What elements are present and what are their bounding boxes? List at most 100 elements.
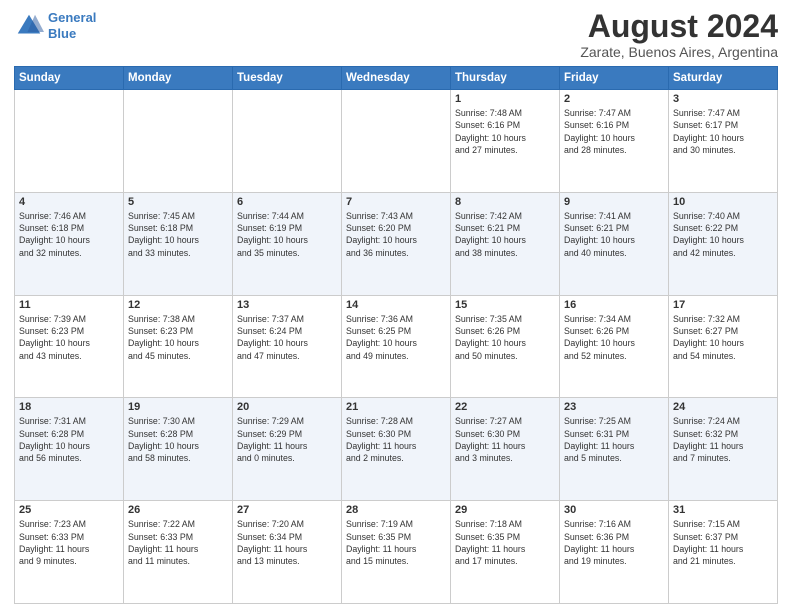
day-number: 9 [564, 196, 664, 208]
day-cell: 28Sunrise: 7:19 AM Sunset: 6:35 PM Dayli… [342, 501, 451, 604]
day-cell: 24Sunrise: 7:24 AM Sunset: 6:32 PM Dayli… [669, 398, 778, 501]
day-info: Sunrise: 7:32 AM Sunset: 6:27 PM Dayligh… [673, 313, 773, 362]
day-info: Sunrise: 7:43 AM Sunset: 6:20 PM Dayligh… [346, 210, 446, 259]
day-number: 4 [19, 196, 119, 208]
page: General Blue August 2024 Zarate, Buenos … [0, 0, 792, 612]
day-info: Sunrise: 7:28 AM Sunset: 6:30 PM Dayligh… [346, 415, 446, 464]
day-info: Sunrise: 7:23 AM Sunset: 6:33 PM Dayligh… [19, 518, 119, 567]
day-number: 21 [346, 401, 446, 413]
day-cell: 14Sunrise: 7:36 AM Sunset: 6:25 PM Dayli… [342, 295, 451, 398]
day-number: 12 [128, 299, 228, 311]
day-info: Sunrise: 7:25 AM Sunset: 6:31 PM Dayligh… [564, 415, 664, 464]
month-title: August 2024 [580, 10, 778, 42]
day-cell: 18 Sunrise: 7:31 AM Sunset: 6:28 PM Dayli… [15, 398, 124, 501]
day-cell: 1 Sunrise: 7:48 AM Sunset: 6:16 PM Daylig… [451, 90, 560, 193]
day-number: 2 [564, 93, 664, 105]
day-number: 19 [128, 401, 228, 413]
day-info: Sunrise: 7:42 AM Sunset: 6:21 PM Dayligh… [455, 210, 555, 259]
day-cell: 22 Sunrise: 7:27 AM Sunset: 6:30 PM Dayli… [451, 398, 560, 501]
calendar-body: 1 Sunrise: 7:48 AM Sunset: 6:16 PM Daylig… [15, 90, 778, 604]
title-block: August 2024 Zarate, Buenos Aires, Argent… [580, 10, 778, 60]
logo: General Blue [14, 10, 96, 41]
day-cell: 9 Sunrise: 7:41 AM Sunset: 6:21 PM Daylig… [560, 192, 669, 295]
day-info: Sunrise: 7:16 AM Sunset: 6:36 PM Dayligh… [564, 518, 664, 567]
day-cell: 8 Sunrise: 7:42 AM Sunset: 6:21 PM Daylig… [451, 192, 560, 295]
day-info: Sunrise: 7:27 AM Sunset: 6:30 PM Dayligh… [455, 415, 555, 464]
day-number: 17 [673, 299, 773, 311]
day-number: 24 [673, 401, 773, 413]
logo-text: General Blue [48, 10, 96, 41]
day-info: Sunrise: 7:40 AM Sunset: 6:22 PM Dayligh… [673, 210, 773, 259]
day-cell: 21 Sunrise: 7:28 AM Sunset: 6:30 PM Dayli… [342, 398, 451, 501]
day-info: Sunrise: 7:35 AM Sunset: 6:26 PM Dayligh… [455, 313, 555, 362]
day-cell [342, 90, 451, 193]
day-info: Sunrise: 7:30 AM Sunset: 6:28 PM Dayligh… [128, 415, 228, 464]
logo-line1: General [48, 10, 96, 25]
day-info: Sunrise: 7:39 AM Sunset: 6:23 PM Dayligh… [19, 313, 119, 362]
day-number: 22 [455, 401, 555, 413]
day-number: 27 [237, 504, 337, 516]
day-number: 29 [455, 504, 555, 516]
day-cell: 7 Sunrise: 7:43 AM Sunset: 6:20 PM Daylig… [342, 192, 451, 295]
day-info: Sunrise: 7:41 AM Sunset: 6:21 PM Dayligh… [564, 210, 664, 259]
day-cell: 4 Sunrise: 7:46 AM Sunset: 6:18 PM Daylig… [15, 192, 124, 295]
day-number: 8 [455, 196, 555, 208]
day-number: 3 [673, 93, 773, 105]
day-number: 26 [128, 504, 228, 516]
day-cell: 11 Sunrise: 7:39 AM Sunset: 6:23 PM Dayli… [15, 295, 124, 398]
header-cell-sunday: Sunday [15, 67, 124, 90]
location: Zarate, Buenos Aires, Argentina [580, 44, 778, 60]
day-info: Sunrise: 7:47 AM Sunset: 6:17 PM Dayligh… [673, 107, 773, 156]
day-cell: 3 Sunrise: 7:47 AM Sunset: 6:17 PM Daylig… [669, 90, 778, 193]
day-info: Sunrise: 7:15 AM Sunset: 6:37 PM Dayligh… [673, 518, 773, 567]
day-cell: 20 Sunrise: 7:29 AM Sunset: 6:29 PM Dayli… [233, 398, 342, 501]
day-info: Sunrise: 7:36 AM Sunset: 6:25 PM Dayligh… [346, 313, 446, 362]
header-cell-wednesday: Wednesday [342, 67, 451, 90]
day-cell [124, 90, 233, 193]
header-cell-friday: Friday [560, 67, 669, 90]
day-info: Sunrise: 7:46 AM Sunset: 6:18 PM Dayligh… [19, 210, 119, 259]
day-cell [233, 90, 342, 193]
header-cell-saturday: Saturday [669, 67, 778, 90]
header-cell-monday: Monday [124, 67, 233, 90]
day-cell: 23Sunrise: 7:25 AM Sunset: 6:31 PM Dayli… [560, 398, 669, 501]
day-info: Sunrise: 7:38 AM Sunset: 6:23 PM Dayligh… [128, 313, 228, 362]
week-row-4: 25Sunrise: 7:23 AM Sunset: 6:33 PM Dayli… [15, 501, 778, 604]
day-cell: 12 Sunrise: 7:38 AM Sunset: 6:23 PM Dayli… [124, 295, 233, 398]
day-number: 6 [237, 196, 337, 208]
day-cell: 13Sunrise: 7:37 AM Sunset: 6:24 PM Dayli… [233, 295, 342, 398]
day-info: Sunrise: 7:31 AM Sunset: 6:28 PM Dayligh… [19, 415, 119, 464]
day-number: 5 [128, 196, 228, 208]
day-number: 13 [237, 299, 337, 311]
day-info: Sunrise: 7:45 AM Sunset: 6:18 PM Dayligh… [128, 210, 228, 259]
day-cell: 17 Sunrise: 7:32 AM Sunset: 6:27 PM Dayli… [669, 295, 778, 398]
day-number: 20 [237, 401, 337, 413]
day-number: 18 [19, 401, 119, 413]
day-number: 7 [346, 196, 446, 208]
logo-line2: Blue [48, 26, 76, 41]
header-row: SundayMondayTuesdayWednesdayThursdayFrid… [15, 67, 778, 90]
day-cell: 10Sunrise: 7:40 AM Sunset: 6:22 PM Dayli… [669, 192, 778, 295]
day-cell: 29 Sunrise: 7:18 AM Sunset: 6:35 PM Dayli… [451, 501, 560, 604]
day-cell: 5 Sunrise: 7:45 AM Sunset: 6:18 PM Daylig… [124, 192, 233, 295]
day-cell: 26Sunrise: 7:22 AM Sunset: 6:33 PM Dayli… [124, 501, 233, 604]
day-info: Sunrise: 7:47 AM Sunset: 6:16 PM Dayligh… [564, 107, 664, 156]
day-cell: 30 Sunrise: 7:16 AM Sunset: 6:36 PM Dayli… [560, 501, 669, 604]
week-row-1: 4 Sunrise: 7:46 AM Sunset: 6:18 PM Daylig… [15, 192, 778, 295]
calendar-header: SundayMondayTuesdayWednesdayThursdayFrid… [15, 67, 778, 90]
week-row-2: 11 Sunrise: 7:39 AM Sunset: 6:23 PM Dayli… [15, 295, 778, 398]
day-info: Sunrise: 7:44 AM Sunset: 6:19 PM Dayligh… [237, 210, 337, 259]
day-info: Sunrise: 7:48 AM Sunset: 6:16 PM Dayligh… [455, 107, 555, 156]
day-info: Sunrise: 7:20 AM Sunset: 6:34 PM Dayligh… [237, 518, 337, 567]
day-cell: 6 Sunrise: 7:44 AM Sunset: 6:19 PM Daylig… [233, 192, 342, 295]
header: General Blue August 2024 Zarate, Buenos … [14, 10, 778, 60]
day-number: 30 [564, 504, 664, 516]
day-number: 11 [19, 299, 119, 311]
day-number: 1 [455, 93, 555, 105]
header-cell-thursday: Thursday [451, 67, 560, 90]
day-cell: 2 Sunrise: 7:47 AM Sunset: 6:16 PM Daylig… [560, 90, 669, 193]
day-info: Sunrise: 7:29 AM Sunset: 6:29 PM Dayligh… [237, 415, 337, 464]
day-number: 31 [673, 504, 773, 516]
day-info: Sunrise: 7:18 AM Sunset: 6:35 PM Dayligh… [455, 518, 555, 567]
day-number: 16 [564, 299, 664, 311]
